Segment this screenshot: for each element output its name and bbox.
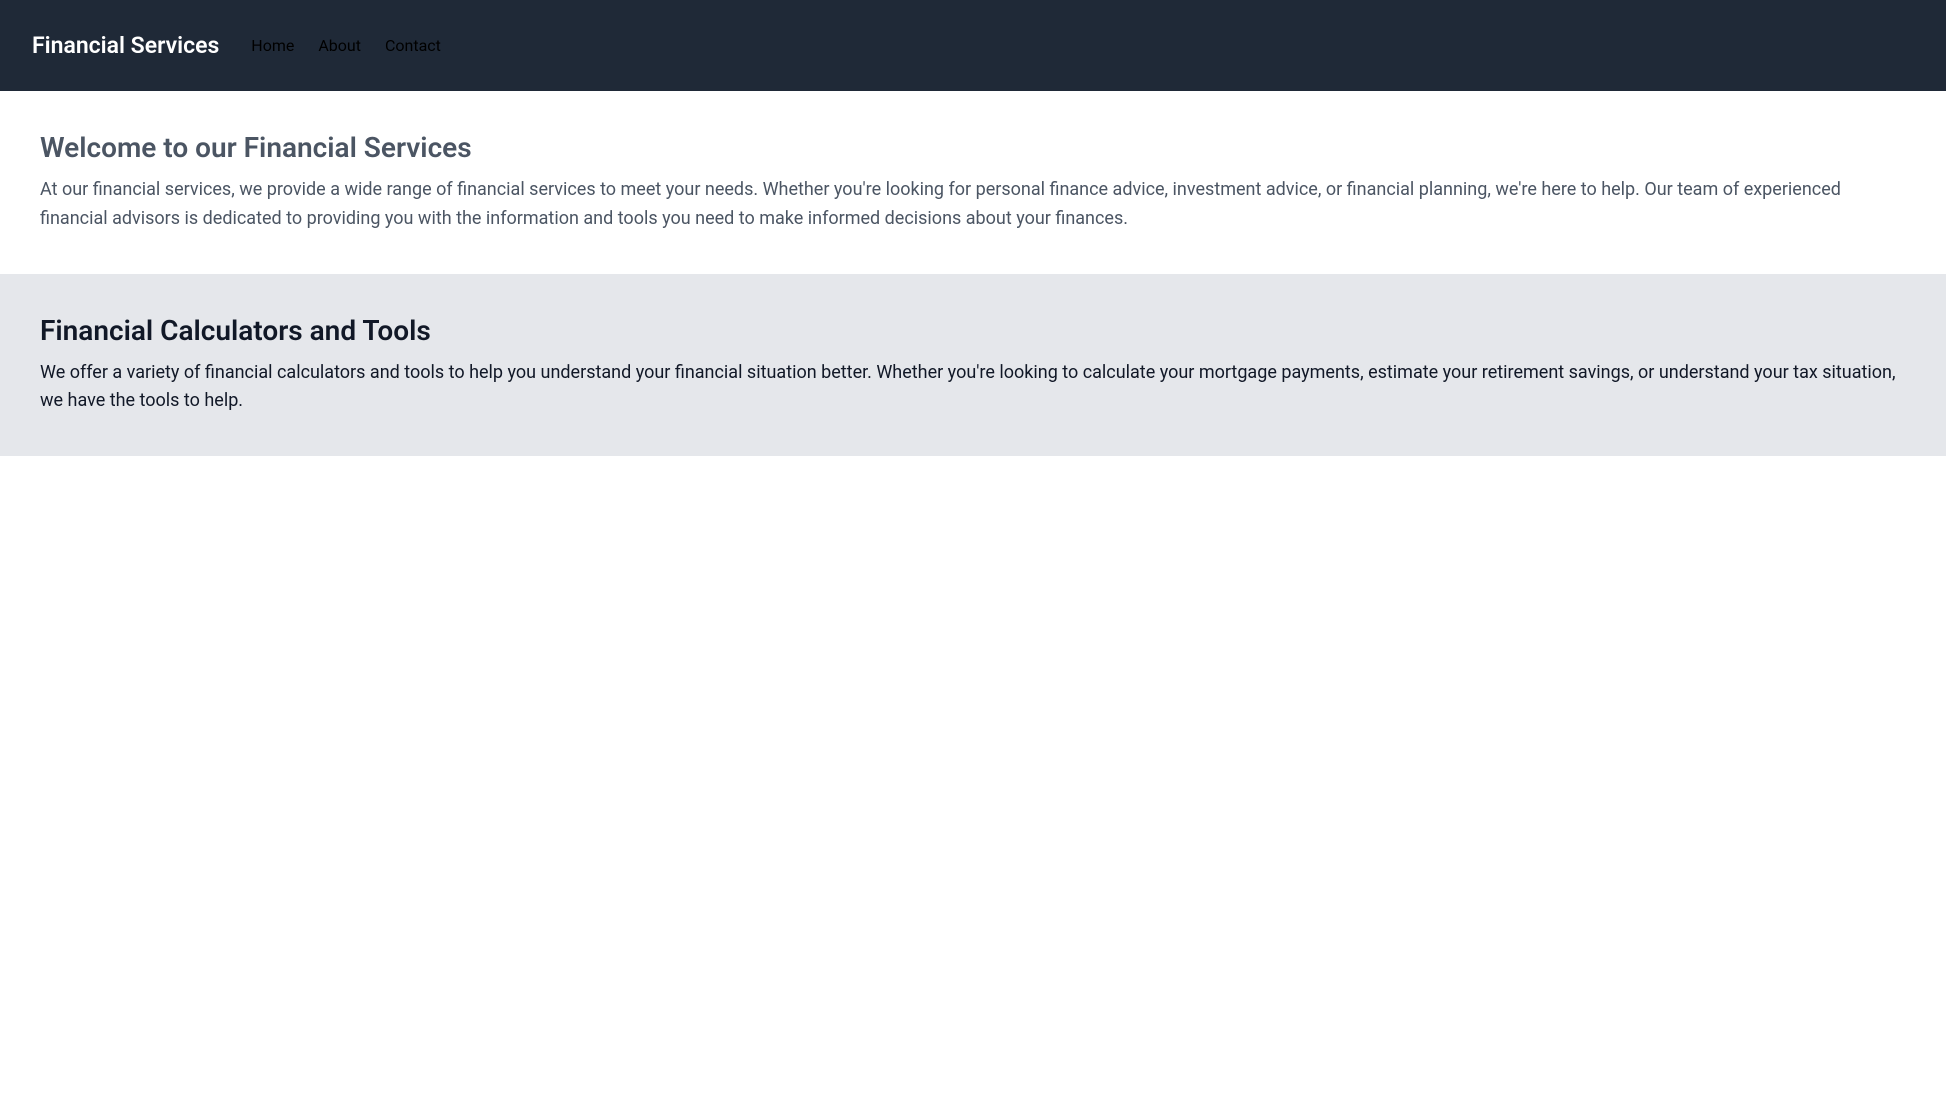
nav-link-contact[interactable]: Contact bbox=[385, 36, 441, 55]
hero-text: At our financial services, we provide a … bbox=[40, 176, 1906, 234]
nav-link-home[interactable]: Home bbox=[251, 36, 294, 55]
tools-text: We offer a variety of financial calculat… bbox=[40, 359, 1906, 417]
brand-title: Financial Services bbox=[32, 32, 219, 59]
nav-link-about[interactable]: About bbox=[318, 36, 361, 55]
hero-title: Welcome to our Financial Services bbox=[40, 131, 1906, 164]
hero-section: Welcome to our Financial Services At our… bbox=[0, 91, 1946, 274]
tools-title: Financial Calculators and Tools bbox=[40, 314, 1906, 347]
main-nav: Financial Services Home About Contact bbox=[0, 0, 1946, 91]
nav-links-container: Home About Contact bbox=[251, 36, 441, 55]
tools-section: Financial Calculators and Tools We offer… bbox=[0, 274, 1946, 457]
